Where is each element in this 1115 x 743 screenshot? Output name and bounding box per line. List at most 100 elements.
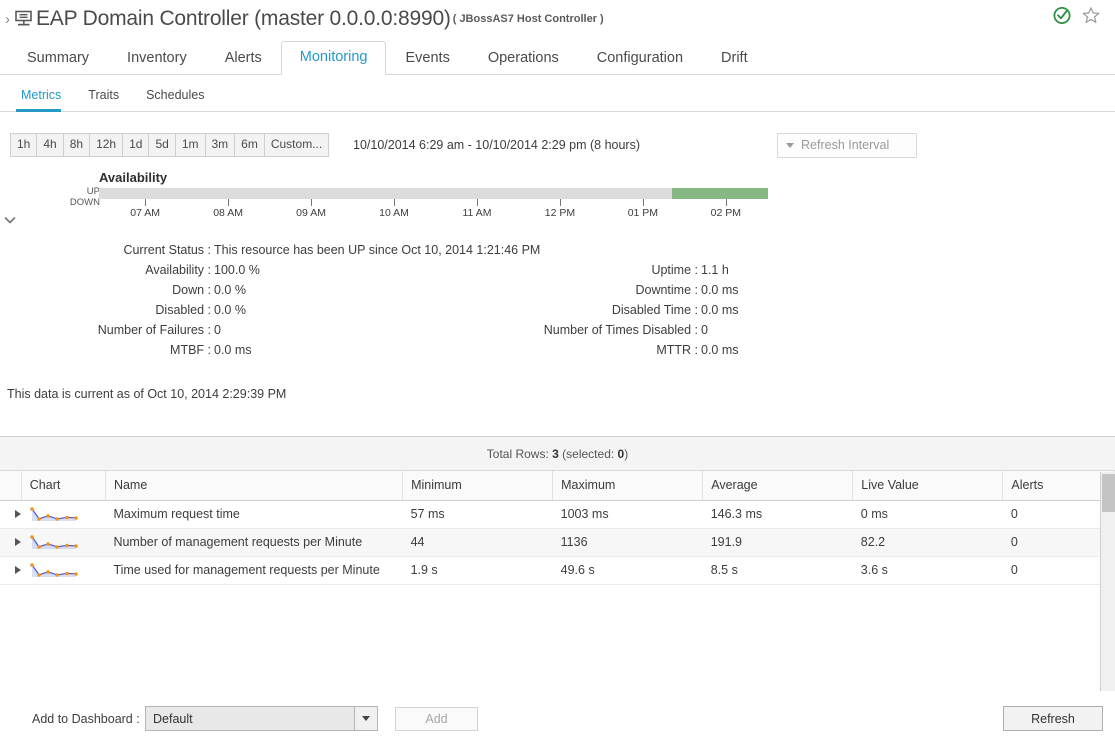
table-row[interactable]: Maximum request time 57 ms 1003 ms 146.3… <box>0 500 1115 529</box>
metric-minimum: 44 <box>402 528 553 557</box>
sparkline-chart-icon <box>30 534 79 549</box>
detail-row-current-status: Current Status : This resource has been … <box>0 240 800 260</box>
refresh-button[interactable]: Refresh <box>1003 706 1103 731</box>
availability-y-axis: UP DOWN <box>56 186 100 208</box>
tick-label: 10 AM <box>379 207 409 219</box>
row-sparkline-cell[interactable] <box>21 528 106 557</box>
subtab-traits[interactable]: Traits <box>83 82 131 111</box>
star-icon[interactable] <box>1081 5 1101 25</box>
chevron-down-icon <box>786 142 794 148</box>
chevron-down-icon[interactable] <box>354 707 377 730</box>
detail-label: MTTR : <box>656 343 698 357</box>
main-tab-bar: Summary Inventory Alerts Monitoring Even… <box>0 38 1115 75</box>
expand-triangle-icon[interactable] <box>15 538 21 546</box>
total-rows-prefix: Total Rows: <box>486 446 549 461</box>
tab-inventory[interactable]: Inventory <box>108 42 206 75</box>
tick-label: 08 AM <box>213 207 243 219</box>
availability-tick-labels: 07 AM 08 AM 09 AM 10 AM 11 AM 12 PM 01 P… <box>99 207 768 221</box>
range-button-5d[interactable]: 5d <box>148 133 175 157</box>
range-button-custom[interactable]: Custom... <box>263 133 330 157</box>
range-button-1d[interactable]: 1d <box>122 133 149 157</box>
resource-type-label: ( JBossAS7 Host Controller ) <box>452 12 604 25</box>
data-timestamp: This data is current as of Oct 10, 2014 … <box>7 387 287 401</box>
metric-alerts: 0 <box>1002 556 1115 585</box>
detail-label: Down : <box>172 283 211 297</box>
column-header-maximum[interactable]: Maximum <box>552 471 704 501</box>
metric-minimum: 57 ms <box>402 500 553 529</box>
column-header-minimum[interactable]: Minimum <box>402 471 554 501</box>
column-header-live-value[interactable]: Live Value <box>852 471 1004 501</box>
tab-alerts[interactable]: Alerts <box>206 42 281 75</box>
metric-live-value: 3.6 s <box>852 556 1003 585</box>
tab-events[interactable]: Events <box>386 42 468 75</box>
tab-label: Summary <box>27 50 90 66</box>
tab-label: Configuration <box>596 50 684 66</box>
detail-label: Disabled Time : <box>611 303 698 317</box>
row-sparkline-cell[interactable] <box>21 500 106 529</box>
detail-label: Number of Failures : <box>97 323 211 337</box>
column-header-average[interactable]: Average <box>702 471 854 501</box>
detail-label: Disabled : <box>155 303 211 317</box>
subtab-label: Schedules <box>146 88 205 102</box>
resource-title-bar: › EAP Domain Controller (master 0.0.0.0:… <box>0 0 1115 38</box>
row-expand-cell[interactable] <box>0 528 22 557</box>
detail-value: 100.0 % <box>214 263 260 277</box>
row-expand-cell[interactable] <box>0 556 22 585</box>
tab-drift[interactable]: Drift <box>702 42 767 75</box>
tab-label: Inventory <box>127 50 187 66</box>
range-button-1h[interactable]: 1h <box>10 133 37 157</box>
detail-value: 1.1 h <box>701 263 729 277</box>
refresh-interval-dropdown[interactable]: Refresh Interval <box>777 133 917 158</box>
tab-configuration[interactable]: Configuration <box>578 42 702 75</box>
row-sparkline-cell[interactable] <box>21 556 106 585</box>
sparkline-chart-icon <box>30 562 79 577</box>
range-button-1m[interactable]: 1m <box>174 133 205 157</box>
tick-label: 11 AM <box>462 207 492 219</box>
column-header-name[interactable]: Name <box>105 471 404 501</box>
detail-label: Number of Times Disabled : <box>543 323 698 337</box>
table-row[interactable]: Time used for management requests per Mi… <box>0 556 1115 585</box>
time-range-toolbar: 1h 4h 8h 12h 1d 5d 1m 3m 6m Custom... 10… <box>0 133 1115 161</box>
tab-summary[interactable]: Summary <box>8 42 108 75</box>
tab-label: Alerts <box>224 50 262 66</box>
table-row[interactable]: Number of management requests per Minute… <box>0 528 1115 557</box>
range-button-8h[interactable]: 8h <box>62 133 90 157</box>
column-header-alerts[interactable]: Alerts <box>1002 471 1115 501</box>
range-button-4h[interactable]: 4h <box>36 133 63 157</box>
metric-live-value: 82.2 <box>852 528 1003 557</box>
detail-row-mtbf: MTBF : 0.0 ms MTTR : 0.0 ms <box>0 340 800 360</box>
tab-monitoring[interactable]: Monitoring <box>280 41 387 75</box>
scrollbar-thumb[interactable] <box>1102 474 1115 512</box>
expand-triangle-icon[interactable] <box>15 510 21 518</box>
subtab-metrics[interactable]: Metrics <box>16 82 73 112</box>
subtab-schedules[interactable]: Schedules <box>141 82 216 111</box>
range-button-3m[interactable]: 3m <box>204 133 235 157</box>
row-expand-cell[interactable] <box>0 500 22 529</box>
selected-count: 0 <box>617 446 625 461</box>
range-button-12h[interactable]: 12h <box>89 133 123 157</box>
availability-up-icon[interactable] <box>1052 5 1072 25</box>
detail-value: 0.0 ms <box>701 283 739 297</box>
availability-timeline[interactable] <box>99 188 768 199</box>
metric-maximum: 1003 ms <box>552 500 703 529</box>
title-icon-group <box>1052 5 1101 25</box>
range-button-6m[interactable]: 6m <box>234 133 264 157</box>
tick-label: 01 PM <box>627 207 659 219</box>
tab-operations[interactable]: Operations <box>469 42 578 75</box>
breadcrumb-chevron-right-icon[interactable]: › <box>5 12 10 27</box>
add-button[interactable]: Add <box>395 707 478 731</box>
expand-triangle-icon[interactable] <box>15 566 21 574</box>
detail-row-failures: Number of Failures : 0 Number of Times D… <box>0 320 800 340</box>
table-vertical-scrollbar[interactable] <box>1100 472 1115 692</box>
dashboard-select[interactable]: Default <box>145 706 378 731</box>
column-header-chart[interactable]: Chart <box>21 471 106 501</box>
tab-label: Events <box>405 50 450 66</box>
detail-value: 0.0 ms <box>214 343 252 357</box>
collapse-chevron-down-icon[interactable] <box>2 212 18 228</box>
time-range-label: 10/10/2014 6:29 am - 10/10/2014 2:29 pm … <box>353 138 640 152</box>
metric-maximum: 1136 <box>552 528 703 557</box>
metric-name: Time used for management requests per Mi… <box>105 556 403 585</box>
detail-value: 0.0 % <box>214 303 246 317</box>
detail-label: Uptime : <box>651 263 698 277</box>
tab-label: Operations <box>487 50 559 66</box>
